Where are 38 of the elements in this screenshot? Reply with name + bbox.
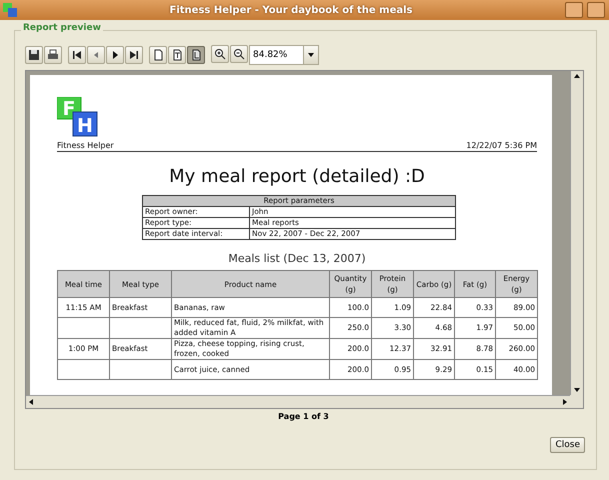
- close-window-button[interactable]: [587, 2, 605, 18]
- page-fit-icon: [190, 49, 202, 61]
- report-title: My meal report (detailed) :D: [168, 166, 426, 187]
- horizontal-scrollbar[interactable]: [26, 395, 570, 408]
- app-icon: [3, 3, 17, 17]
- next-page-button[interactable]: [106, 46, 124, 64]
- last-page-icon: [128, 49, 140, 61]
- zoom-out-icon: [233, 48, 245, 60]
- table-cell: [110, 318, 172, 338]
- first-page-icon: [71, 49, 83, 61]
- brand-name: Fitness Helper: [57, 141, 114, 150]
- timestamp: 12/22/07 5:36 PM: [466, 141, 537, 150]
- zoom-out-button[interactable]: [230, 45, 248, 63]
- minimize-button[interactable]: [565, 2, 583, 18]
- zoom-in-button[interactable]: [211, 45, 229, 63]
- vertical-scrollbar[interactable]: [570, 71, 583, 395]
- table-cell: [58, 360, 110, 380]
- page-width-icon: [171, 49, 183, 61]
- close-button[interactable]: Close: [550, 437, 585, 453]
- table-cell: [58, 318, 110, 338]
- single-page-button[interactable]: [149, 46, 167, 64]
- section-title: Meals list (Dec 13, 2007): [227, 252, 367, 265]
- window-title: Fitness Helper - Your daybook of the meals: [168, 4, 414, 16]
- zoom-combo[interactable]: 84.82%: [249, 45, 319, 65]
- fit-page-button[interactable]: [187, 46, 205, 64]
- print-button[interactable]: [44, 46, 62, 64]
- last-page-button[interactable]: [125, 46, 143, 64]
- page-indicator: Page 1 of 3: [277, 412, 330, 421]
- table-cell: [110, 360, 172, 380]
- previous-page-button[interactable]: [87, 46, 105, 64]
- fit-width-button[interactable]: [168, 46, 186, 64]
- page-icon: [152, 49, 164, 61]
- first-page-button[interactable]: [68, 46, 86, 64]
- logo: F H: [57, 97, 103, 137]
- group-title: Report preview: [21, 23, 103, 33]
- save-button[interactable]: [25, 46, 43, 64]
- zoom-in-icon: [214, 48, 226, 60]
- printer-icon: [47, 49, 59, 61]
